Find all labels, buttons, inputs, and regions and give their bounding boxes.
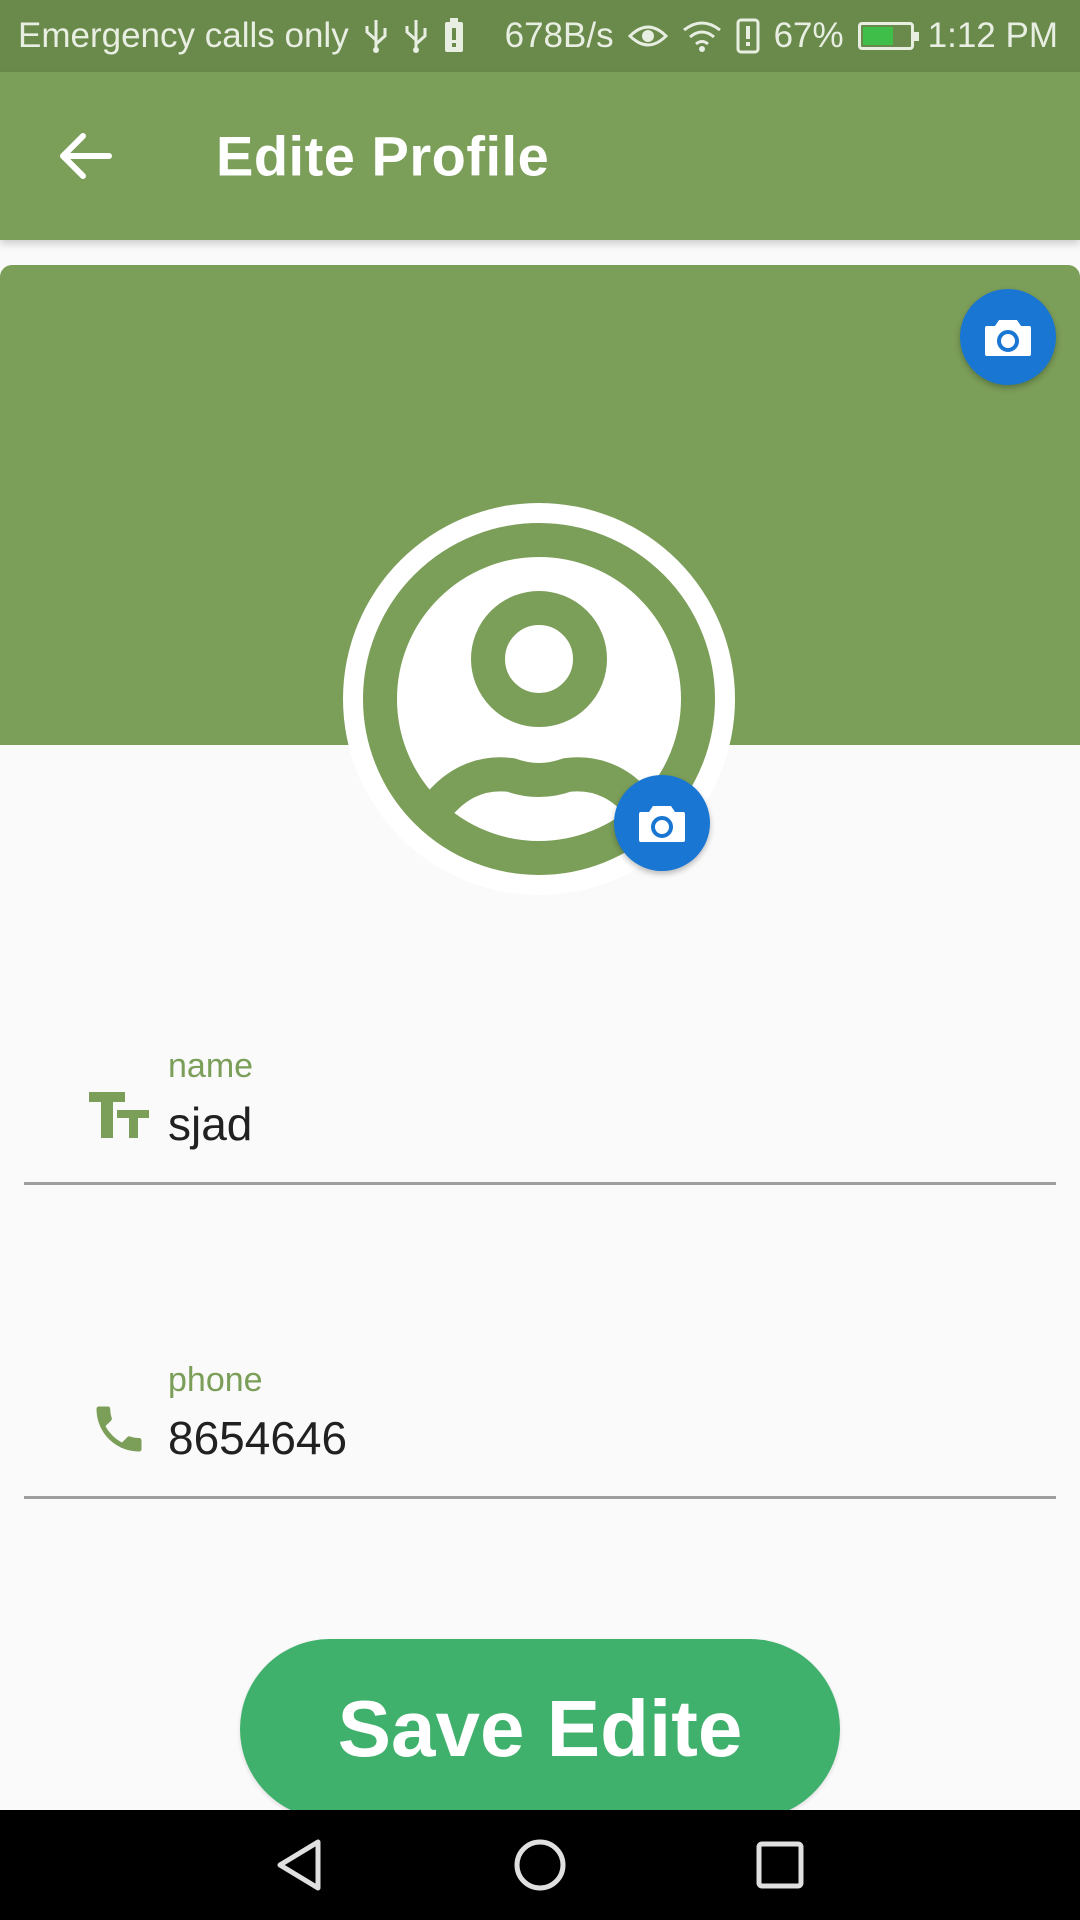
eye-icon: [627, 21, 668, 51]
app-bar: Edite Profile: [0, 72, 1080, 240]
network-speed: 678B/s: [504, 16, 614, 55]
carrier-text: Emergency calls only: [18, 16, 349, 55]
page-title: Edite Profile: [216, 124, 550, 188]
status-bar-left: Emergency calls only: [18, 16, 465, 56]
battery-icon: [857, 22, 919, 50]
text-fields-icon: [64, 1065, 174, 1165]
cover-camera-button[interactable]: [960, 289, 1056, 385]
status-bar: Emergency calls only 678B/s 67% 1:12 PM: [0, 0, 1080, 72]
phone-value[interactable]: 8654646: [168, 1411, 347, 1465]
status-bar-right: 678B/s 67% 1:12 PM: [505, 16, 1058, 56]
name-label: name: [168, 1047, 254, 1085]
usb-icon: [363, 18, 389, 54]
camera-icon: [985, 320, 1031, 356]
avatar-camera-button[interactable]: [614, 775, 710, 871]
nav-back-icon: [277, 1839, 321, 1891]
camera-icon: [639, 806, 685, 842]
battery-alert-icon: [443, 18, 465, 54]
wifi-icon: [682, 20, 722, 52]
phone-label: phone: [168, 1361, 263, 1399]
clock: 1:12 PM: [927, 16, 1058, 55]
name-field[interactable]: name sjad: [24, 1045, 1056, 1185]
phone-alert-icon: [736, 18, 760, 54]
usb-icon: [403, 18, 429, 54]
save-edit-button[interactable]: Save Edite: [240, 1639, 840, 1819]
name-value[interactable]: sjad: [168, 1097, 252, 1151]
nav-back-button[interactable]: [265, 1830, 335, 1900]
back-button[interactable]: [50, 121, 120, 191]
nav-home-icon: [514, 1839, 566, 1891]
nav-recents-button[interactable]: [745, 1830, 815, 1900]
phone-field[interactable]: phone 8654646: [24, 1359, 1056, 1499]
system-nav-bar: [0, 1810, 1080, 1920]
battery-level: [862, 27, 894, 45]
arrow-back-icon: [60, 133, 112, 179]
phone-icon: [64, 1379, 174, 1479]
nav-recents-icon: [756, 1841, 804, 1889]
nav-home-button[interactable]: [505, 1830, 575, 1900]
battery-percent: 67%: [773, 16, 844, 55]
